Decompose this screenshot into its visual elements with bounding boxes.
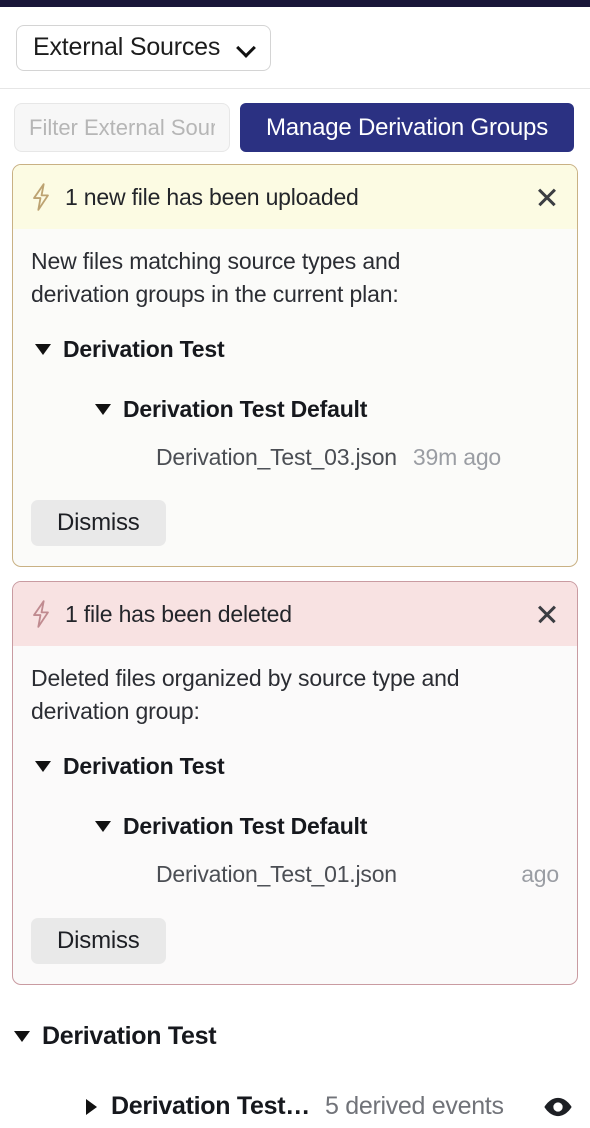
caret-right-icon	[86, 1098, 97, 1115]
source-selector-row: External Sources	[0, 7, 590, 89]
chevron-down-icon	[238, 40, 254, 56]
caret-down-icon	[14, 1031, 30, 1043]
external-sources-dropdown[interactable]: External Sources	[16, 24, 272, 71]
alert-description: Deleted files organized by source type a…	[31, 665, 460, 724]
file-name: Derivation_Test_03.json	[156, 443, 397, 470]
caret-down-icon	[95, 821, 111, 833]
zap-icon	[33, 600, 49, 629]
tree-node-source-type[interactable]: Derivation Test	[31, 332, 559, 366]
source-tree-child[interactable]: Derivation Test D... 5 derived events	[14, 1087, 578, 1127]
caret-down-icon	[95, 403, 111, 415]
tree-node-derivation-group[interactable]: Derivation Test Default	[31, 810, 559, 844]
alert-body: Deleted files organized by source type a…	[13, 646, 577, 983]
source-type-label: Derivation Test	[63, 335, 225, 362]
dismiss-button[interactable]: Dismiss	[31, 500, 166, 547]
uploaded-files-tree: Derivation Test Derivation Test Default …	[31, 332, 559, 474]
caret-down-icon	[35, 343, 51, 355]
alert-title: 1 file has been deleted	[65, 600, 292, 627]
alert-header: 1 new file has been uploaded	[13, 165, 577, 229]
alert-body: New files matching source types and deri…	[13, 229, 577, 566]
tree-node-source-type[interactable]: Derivation Test	[31, 750, 559, 784]
top-app-bar	[0, 0, 590, 7]
alert-description: New files matching source types and deri…	[31, 248, 401, 307]
file-timestamp: ago	[521, 861, 559, 888]
external-sources-panel: External Sources Manage Derivation Group…	[0, 0, 590, 1128]
derivation-group-label: Derivation Test Default	[123, 813, 368, 840]
file-name: Derivation_Test_01.json	[156, 861, 397, 888]
source-tree-root-label: Derivation Test	[42, 1022, 217, 1051]
deleted-files-tree: Derivation Test Derivation Test Default …	[31, 750, 559, 892]
source-tree-root[interactable]: Derivation Test	[14, 1017, 578, 1057]
tree-node-file: Derivation_Test_03.json 39m ago	[31, 440, 559, 474]
filter-external-sources-input[interactable]	[14, 103, 230, 152]
tree-node-file: Derivation_Test_01.json ago	[31, 858, 559, 892]
manage-derivation-groups-button[interactable]: Manage Derivation Groups	[240, 103, 574, 152]
alert-header: 1 file has been deleted	[13, 582, 577, 647]
alert-title: 1 new file has been uploaded	[65, 183, 359, 210]
alert-files-deleted: 1 file has been deleted Deleted files or…	[12, 581, 578, 985]
derivation-group-label: Derivation Test Default	[123, 395, 368, 422]
external-sources-tree: Derivation Test Derivation Test D... 5 d…	[0, 999, 590, 1127]
dismiss-button[interactable]: Dismiss	[31, 917, 166, 964]
tree-node-derivation-group[interactable]: Derivation Test Default	[31, 392, 559, 426]
source-tree-child-label: Derivation Test D...	[111, 1092, 316, 1121]
external-sources-dropdown-label: External Sources	[33, 33, 221, 61]
derived-events-count: 5 derived events	[325, 1092, 504, 1121]
close-icon[interactable]	[533, 600, 561, 628]
close-icon[interactable]	[533, 183, 561, 211]
file-timestamp: 39m ago	[412, 443, 501, 470]
alert-files-uploaded: 1 new file has been uploaded New files m…	[12, 164, 578, 568]
eye-icon[interactable]	[542, 1091, 574, 1123]
caret-down-icon	[35, 761, 51, 773]
toolbar: Manage Derivation Groups	[0, 89, 590, 164]
source-type-label: Derivation Test	[63, 753, 225, 780]
zap-icon	[33, 183, 49, 211]
